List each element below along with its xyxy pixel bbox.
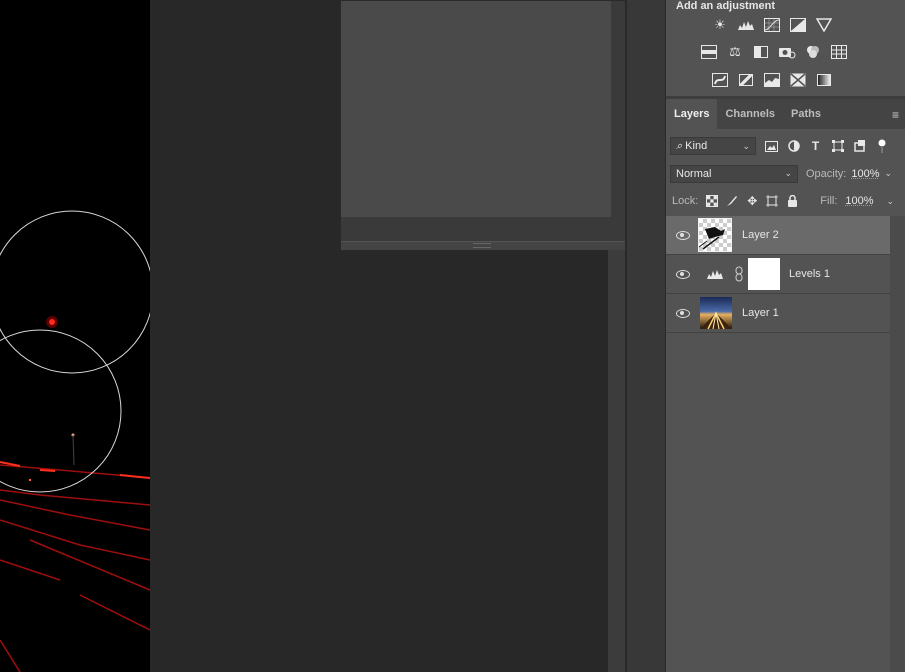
canvas-image[interactable] <box>0 0 150 672</box>
lock-artboard-icon[interactable] <box>766 195 779 207</box>
night-road-image <box>0 210 150 672</box>
panel-dock-strip <box>626 0 666 672</box>
invert-icon[interactable] <box>711 72 729 88</box>
filter-kind-select[interactable]: ⌕ Kind ⌄ <box>670 137 756 155</box>
pixel-layer-filter-icon[interactable] <box>765 140 778 153</box>
curves-icon[interactable] <box>763 17 781 33</box>
tab-paths[interactable]: Paths <box>783 99 829 129</box>
search-icon: ⌕ <box>676 139 683 152</box>
adjustment-layer-filter-icon[interactable] <box>787 140 800 153</box>
panel-menu-icon[interactable]: ≡ <box>892 108 899 122</box>
levels-icon[interactable] <box>737 17 755 33</box>
adjustments-row-3 <box>711 72 833 88</box>
levels-adjustment-icon <box>706 268 726 283</box>
link-chain-icon[interactable] <box>735 266 743 285</box>
blend-mode-select[interactable]: Normal ⌄ <box>670 164 798 183</box>
lock-all-icon[interactable] <box>786 195 798 207</box>
filter-toggle-icon[interactable] <box>875 139 888 153</box>
workspace-scrollbar[interactable] <box>608 250 625 672</box>
opacity-label: Opacity: <box>806 167 847 180</box>
filter-kind-label: Kind <box>685 140 708 152</box>
floating-panel-content <box>341 1 625 217</box>
blend-mode-value: Normal <box>676 167 712 180</box>
smart-object-filter-icon[interactable] <box>853 140 866 153</box>
color-balance-icon[interactable]: ⚖ <box>726 44 744 60</box>
floating-panel-scrollbar[interactable] <box>611 1 625 217</box>
layer-thumbnail <box>700 297 732 330</box>
hue-saturation-icon[interactable] <box>700 44 718 60</box>
adjustments-row-1: ☀ <box>711 17 833 33</box>
lock-label: Lock: <box>672 195 699 207</box>
visibility-eye-icon[interactable] <box>676 269 690 279</box>
visibility-eye-icon[interactable] <box>676 308 690 318</box>
layer-thumbnail <box>698 218 732 252</box>
lock-row: Lock: ✥ Fill: 100% ⌄ <box>672 192 905 210</box>
layers-list: Layer 2 Levels 1 Layer 1 <box>666 216 890 333</box>
chevron-down-icon: ⌄ <box>742 140 750 151</box>
color-lookup-icon[interactable] <box>830 44 848 60</box>
adjustments-title: Add an adjustment <box>676 0 776 12</box>
layer-mask-thumbnail[interactable] <box>748 258 780 290</box>
threshold-icon[interactable] <box>763 72 781 88</box>
resize-grip-icon[interactable] <box>473 243 491 248</box>
brightness-contrast-icon[interactable]: ☀ <box>711 17 729 33</box>
fill-input[interactable]: 100% <box>845 195 873 207</box>
layers-panel-scrollbar[interactable] <box>890 216 905 672</box>
channel-mixer-icon[interactable] <box>804 44 822 60</box>
photo-filter-icon[interactable] <box>778 44 796 60</box>
exposure-icon[interactable] <box>789 17 807 33</box>
fill-label: Fill: <box>820 195 838 207</box>
layer-filter-row: ⌕ Kind ⌄ T <box>670 136 905 156</box>
opacity-chevron-icon[interactable]: ⌄ <box>885 168 893 179</box>
lock-image-pixels-icon[interactable] <box>726 195 738 207</box>
layer-name[interactable]: Layer 1 <box>742 307 779 319</box>
layer-row-layer-2[interactable]: Layer 2 <box>666 216 890 255</box>
selective-color-icon[interactable] <box>789 72 807 88</box>
vibrance-icon[interactable] <box>815 17 833 33</box>
layer-row-layer-1[interactable]: Layer 1 <box>666 294 890 333</box>
layer-name[interactable]: Levels 1 <box>789 268 830 280</box>
shape-layer-filter-icon[interactable] <box>831 140 844 153</box>
layer-name[interactable]: Layer 2 <box>742 229 779 241</box>
black-white-icon[interactable] <box>752 44 770 60</box>
tab-channels[interactable]: Channels <box>717 99 783 129</box>
floating-document-panel <box>340 0 626 250</box>
layer-row-levels-1[interactable]: Levels 1 <box>666 255 890 294</box>
lock-transparent-pixels-icon[interactable] <box>706 195 719 207</box>
chevron-down-icon: ⌄ <box>784 168 792 178</box>
posterize-icon[interactable] <box>737 72 755 88</box>
right-panel-dock: Add an adjustment ☀ ⚖ Layers Channels Pa… <box>666 0 905 672</box>
layers-panel-tabs: Layers Channels Paths ≡ <box>666 99 905 129</box>
blend-opacity-row: Normal ⌄ Opacity: 100% ⌄ <box>670 164 905 183</box>
tab-layers[interactable]: Layers <box>666 99 718 129</box>
opacity-input[interactable]: 100% <box>851 168 879 180</box>
lock-position-icon[interactable]: ✥ <box>746 194 758 208</box>
type-layer-filter-icon[interactable]: T <box>809 139 822 153</box>
gradient-map-icon[interactable] <box>815 72 833 88</box>
adjustments-row-2: ⚖ <box>700 44 848 60</box>
fill-chevron-icon[interactable]: ⌄ <box>887 196 895 207</box>
visibility-eye-icon[interactable] <box>676 230 690 240</box>
